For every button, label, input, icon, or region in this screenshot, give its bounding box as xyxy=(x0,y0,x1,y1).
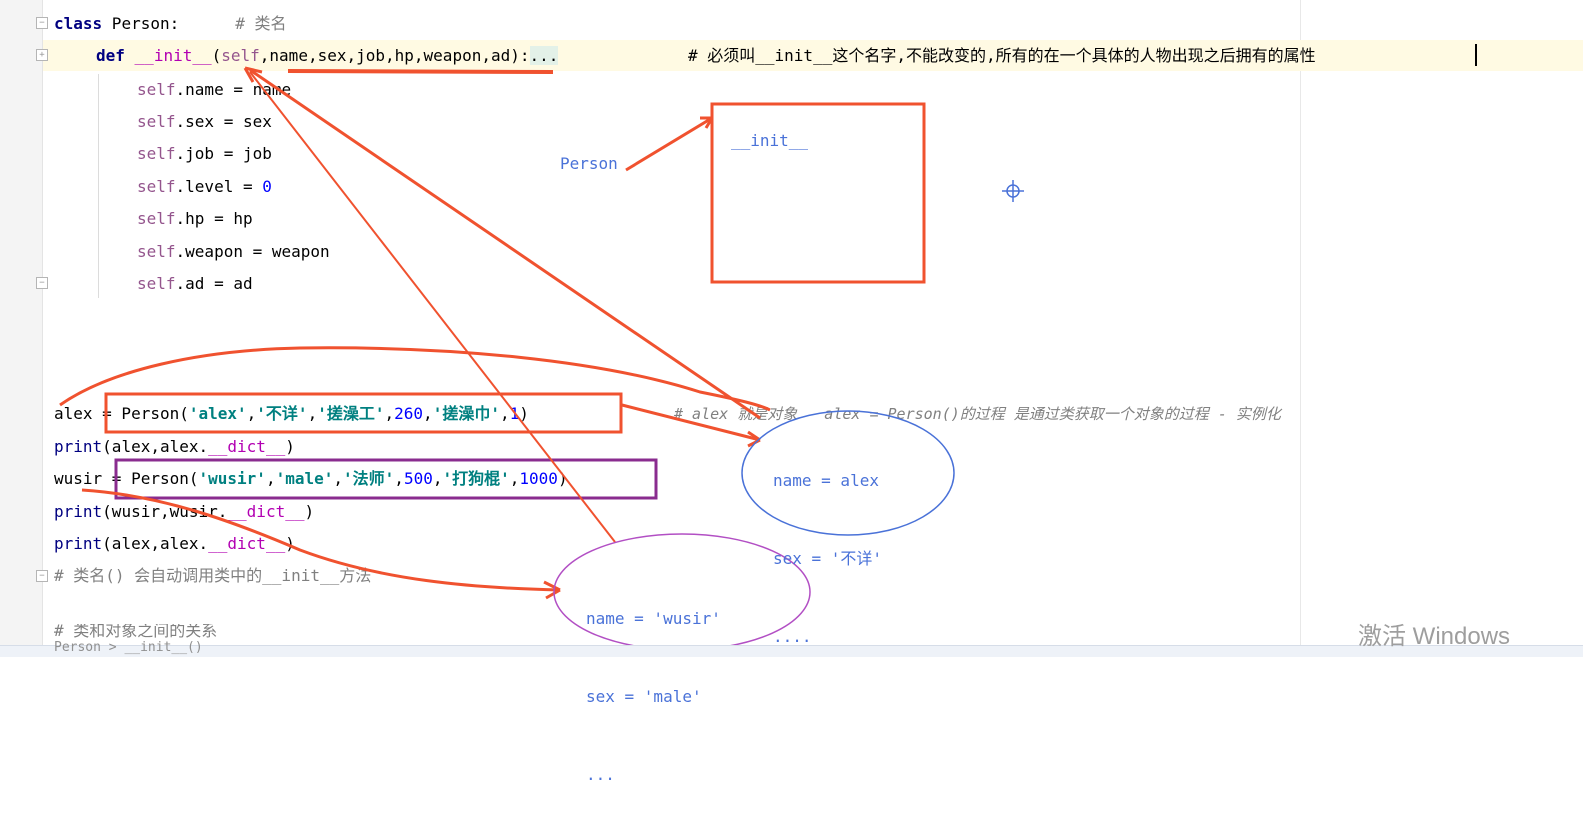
wusir-attr-more: ... xyxy=(586,765,615,784)
person-annotation-label: Person xyxy=(560,154,618,173)
windows-activation-watermark: 激活 Windows xyxy=(1358,623,1511,650)
crosshair-cursor-icon xyxy=(1002,180,1024,202)
alex-args-box xyxy=(104,392,623,434)
self-to-alex-arrow xyxy=(249,68,761,420)
editor-breadcrumb-bar xyxy=(0,645,1583,657)
person-arrow xyxy=(625,116,713,172)
init-annotation-label: __init__ xyxy=(731,131,809,150)
alex-to-ellipse-arrow xyxy=(621,403,761,442)
wusir-args-box xyxy=(114,458,658,500)
params-underline xyxy=(287,69,554,74)
alex-attr-sex: sex = '不详' xyxy=(773,549,883,568)
wusir-swoop-line xyxy=(81,488,561,592)
wusir-attrs-annotation: name = 'wusir' sex = 'male' ... xyxy=(586,554,721,814)
wusir-attr-sex: sex = 'male' xyxy=(586,687,702,706)
alex-attr-name: name = alex xyxy=(773,471,879,490)
alex-swoop-line xyxy=(59,346,771,412)
wusir-attr-name: name = 'wusir' xyxy=(586,609,721,628)
alex-attrs-annotation: name = alex sex = '不详' .... xyxy=(773,416,882,676)
breadcrumb-text[interactable]: Person > __init__() xyxy=(54,640,203,655)
self-to-wusir-line xyxy=(249,71,616,543)
